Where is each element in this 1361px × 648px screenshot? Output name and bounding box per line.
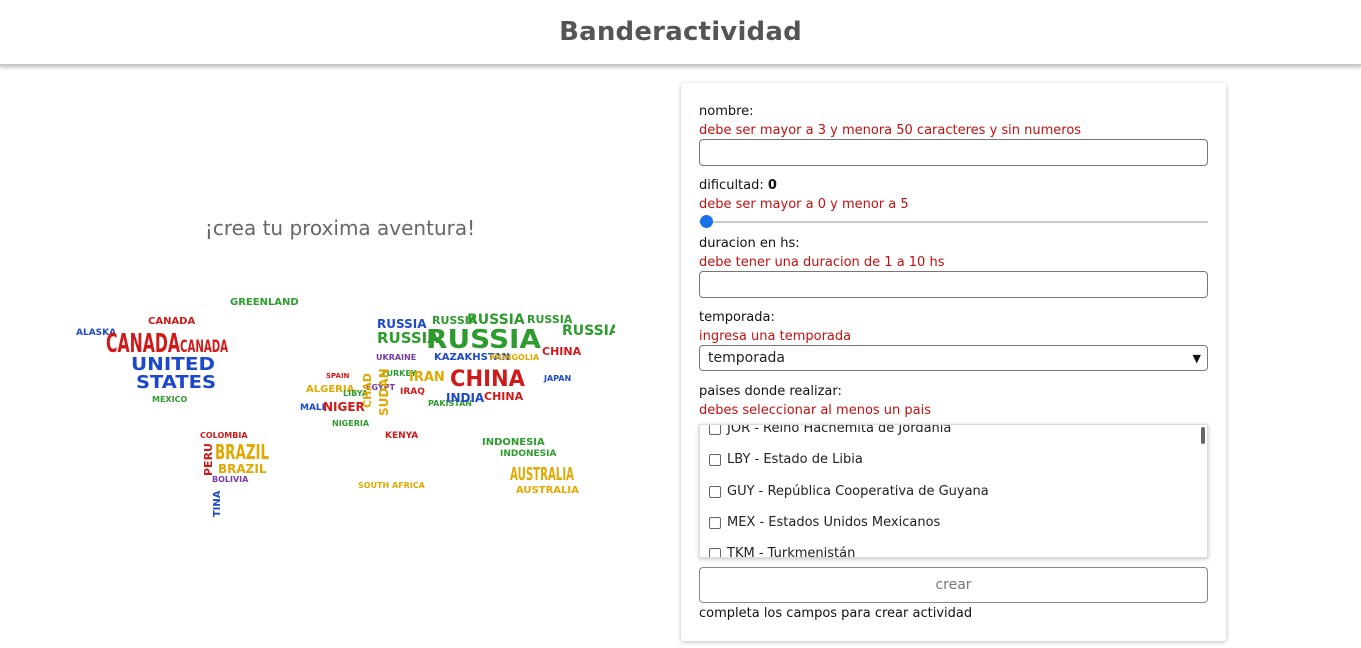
pais-option[interactable]: GUY - República Cooperativa de Guyana <box>709 484 989 499</box>
paises-error: debes seleccionar al menos un pais <box>699 403 932 418</box>
map-word-iraq: IRAQ <box>400 387 425 397</box>
map-word-peru: PERU <box>202 443 215 476</box>
map-word-mali: MALI <box>300 403 325 413</box>
slider-thumb[interactable] <box>700 215 713 228</box>
paises-list[interactable]: JOR - Reino Hachemita de Jordania LBY - … <box>699 424 1208 558</box>
pais-option-label: TKM - Turkmenistán <box>727 546 856 558</box>
dificultad-slider[interactable] <box>699 215 1208 229</box>
crear-button[interactable]: crear <box>699 567 1208 603</box>
map-word-mongolia: MONGOLIA <box>490 353 540 362</box>
map-word-indonesia-b: INDONESIA <box>500 449 557 459</box>
app-header: Banderactividad <box>0 0 1361 66</box>
hero-tagline: ¡crea tu proxima aventura! <box>204 216 476 240</box>
map-word-china-big: CHINA <box>450 367 525 392</box>
map-word-argentina: ARGENTINA <box>212 490 223 518</box>
dificultad-error: debe ser mayor a 0 y menor a 5 <box>699 197 909 212</box>
pais-checkbox[interactable] <box>709 425 721 435</box>
dificultad-label-text: dificultad: <box>699 178 764 193</box>
map-word-brazil-small: BRAZIL <box>218 462 267 476</box>
pais-option[interactable]: JOR - Reino Hachemita de Jordania <box>709 424 952 436</box>
map-word-australia: AUSTRALIA <box>510 464 574 485</box>
activity-form: nombre: debe ser mayor a 3 y menora 50 c… <box>681 83 1226 641</box>
map-word-iran: IRAN <box>409 370 445 385</box>
pais-option-label: GUY - República Cooperativa de Guyana <box>727 484 989 499</box>
world-word-map: GREENLAND CANADA ALASKA CANADA CANADA UN… <box>70 298 615 518</box>
paises-label: paises donde realizar: <box>699 384 842 399</box>
temporada-error: ingresa una temporada <box>699 329 852 344</box>
map-word-states: STATES <box>136 372 216 393</box>
map-word-greenland: GREENLAND <box>230 298 299 308</box>
map-word-kenya: KENYA <box>385 431 418 441</box>
map-word-india: INDIA <box>446 391 485 405</box>
dificultad-label: dificultad: 0 <box>699 178 777 193</box>
list-scrollbar[interactable] <box>1201 427 1205 444</box>
map-word-bolivia: BOLIVIA <box>212 475 249 484</box>
temporada-label: temporada: <box>699 310 775 325</box>
map-word-ukraine: UKRAINE <box>376 353 416 362</box>
map-word-indonesia-a: INDONESIA <box>482 437 545 448</box>
pais-option-label: LBY - Estado de Libia <box>727 452 863 467</box>
map-word-japan: JAPAN <box>543 374 571 383</box>
form-hint: completa los campos para crear actividad <box>699 606 973 621</box>
pais-option-label: MEX - Estados Unidos Mexicanos <box>727 515 941 530</box>
pais-checkbox[interactable] <box>709 485 721 498</box>
map-word-niger: NIGER <box>323 400 365 414</box>
map-word-chad: CHAD <box>361 373 374 408</box>
nombre-input[interactable] <box>699 139 1208 166</box>
pais-option[interactable]: MEX - Estados Unidos Mexicanos <box>709 515 940 530</box>
map-word-colombia: COLOMBIA <box>200 431 248 440</box>
map-word-australia-small: AUSTRALIA <box>516 485 579 496</box>
pais-option[interactable]: LBY - Estado de Libia <box>709 452 863 467</box>
pais-checkbox[interactable] <box>709 516 721 529</box>
slider-track <box>699 221 1208 223</box>
pais-option-label: JOR - Reino Hachemita de Jordania <box>727 424 952 436</box>
temporada-select[interactable]: temporada ▼ <box>699 345 1208 371</box>
nombre-label: nombre: <box>699 104 754 119</box>
pais-checkbox[interactable] <box>709 547 721 557</box>
map-word-sudan: SUDAN <box>377 368 391 416</box>
map-word-china-small: CHINA <box>542 345 582 358</box>
app-title: Banderactividad <box>559 17 802 47</box>
nombre-error: debe ser mayor a 3 y menora 50 caractere… <box>699 123 1082 138</box>
duracion-label: duracion en hs: <box>699 236 800 251</box>
map-word-nigeria: NIGERIA <box>332 419 370 428</box>
duracion-input[interactable] <box>699 271 1208 298</box>
map-word-china-c: CHINA <box>484 390 524 403</box>
dificultad-value: 0 <box>767 178 777 193</box>
duracion-error: debe tener una duracion de 1 a 10 hs <box>699 255 945 270</box>
world-word-map-image: GREENLAND CANADA ALASKA CANADA CANADA UN… <box>76 298 615 518</box>
map-word-south-africa: SOUTH AFRICA <box>358 481 426 490</box>
hero-panel: ¡crea tu proxima aventura! GREENLAND CAN… <box>0 66 680 648</box>
map-word-russia-f: RUSSIA <box>562 323 615 339</box>
chevron-down-icon: ▼ <box>1192 351 1201 365</box>
map-word-spain: SPAIN <box>326 372 350 380</box>
pais-option[interactable]: TKM - Turkmenistán <box>709 546 856 558</box>
temporada-selected-value: temporada <box>708 350 785 366</box>
map-word-canada-small: CANADA <box>148 316 195 327</box>
map-word-russia-big: RUSSIA <box>426 325 541 355</box>
map-word-brazil-big: BRAZIL <box>215 440 269 464</box>
map-word-mexico: MEXICO <box>152 395 187 404</box>
pais-checkbox[interactable] <box>709 453 721 466</box>
